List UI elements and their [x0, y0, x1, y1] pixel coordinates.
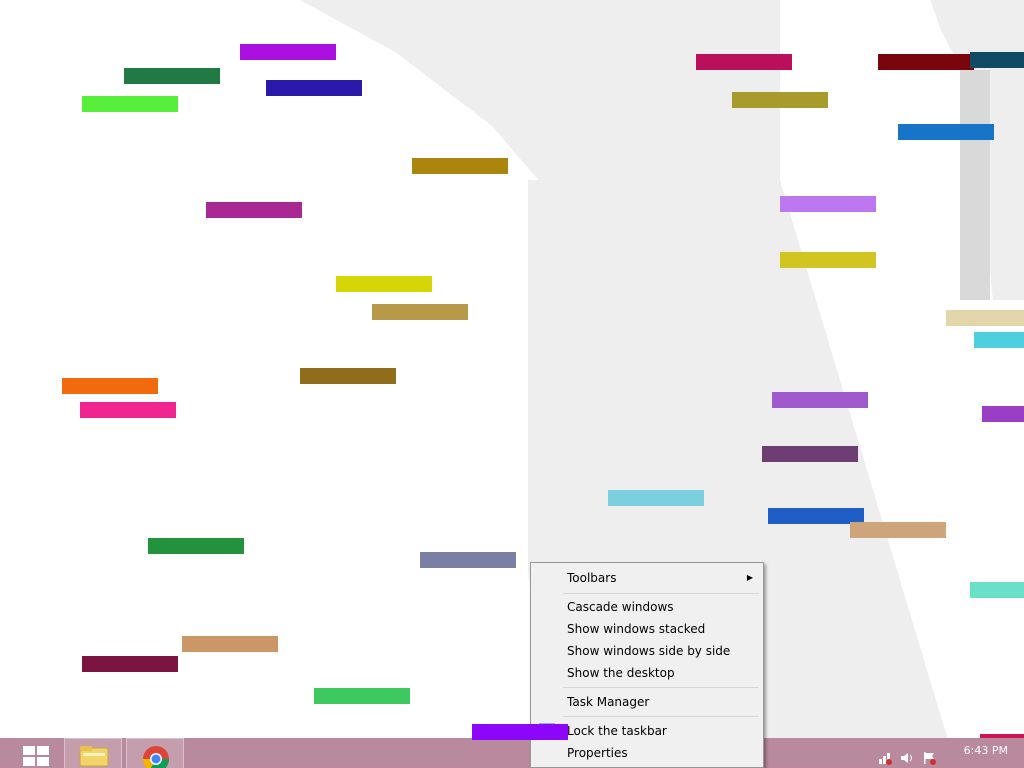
menu-item-task-manager[interactable]: Task Manager [533, 691, 761, 713]
desktop-color-bar [300, 368, 396, 384]
desktop-color-bar [780, 252, 876, 268]
volume-icon[interactable] [900, 751, 914, 765]
flag-icon[interactable] [922, 751, 936, 765]
desktop-color-bar [732, 92, 828, 108]
desktop-color-bar [240, 44, 336, 60]
chrome-icon [142, 746, 170, 768]
desktop-color-bar [970, 52, 1024, 68]
menu-separator [563, 716, 759, 717]
desktop-color-bar [148, 538, 244, 554]
desktop-color-bar [696, 54, 792, 70]
desktop-color-bar [878, 54, 974, 70]
network-icon[interactable] [878, 751, 892, 765]
desktop-color-bar-overlay [472, 724, 568, 740]
desktop-color-bar [970, 582, 1024, 598]
desktop-color-bar [412, 158, 508, 174]
menu-item-label: Cascade windows [567, 600, 674, 614]
menu-item-label: Lock the taskbar [567, 724, 667, 738]
desktop-color-bar [772, 392, 868, 408]
desktop-color-bar [974, 332, 1024, 348]
menu-item-show-windows-side-by-side[interactable]: Show windows side by side [533, 640, 761, 662]
menu-item-label: Show the desktop [567, 666, 675, 680]
background-shape [960, 70, 990, 300]
menu-item-label: Properties [567, 746, 628, 760]
desktop-color-bar [82, 96, 178, 112]
menu-item-show-windows-stacked[interactable]: Show windows stacked [533, 618, 761, 640]
desktop-color-bar [982, 406, 1024, 422]
menu-separator [563, 687, 759, 688]
menu-separator [563, 593, 759, 594]
desktop-color-bar [314, 688, 410, 704]
menu-item-toolbars[interactable]: Toolbars ▶ [533, 567, 761, 589]
desktop-color-bar [946, 310, 1024, 326]
desktop-color-bar [62, 378, 158, 394]
menu-item-properties[interactable]: Properties [533, 742, 761, 764]
desktop-color-bar [420, 552, 516, 568]
desktop-color-bar [372, 304, 468, 320]
desktop-color-bar [80, 402, 176, 418]
taskbar-clock[interactable]: 6:43 PM [964, 744, 1008, 757]
triangle-right-icon: ▶ [746, 573, 753, 582]
windows-logo-icon [23, 746, 49, 766]
desktop-color-bar [206, 202, 302, 218]
taskbar[interactable] [0, 738, 1024, 768]
desktop-color-bar [608, 490, 704, 506]
background-shape [300, 0, 780, 210]
start-button[interactable] [14, 738, 60, 768]
menu-item-label: Toolbars [567, 571, 617, 585]
menu-item-label: Show windows stacked [567, 622, 706, 636]
desktop-color-bar [850, 522, 946, 538]
desktop-color-bar [898, 124, 994, 140]
taskbar-file-explorer-button[interactable] [64, 738, 122, 768]
menu-item-cascade-windows[interactable]: Cascade windows [533, 596, 761, 618]
desktop-color-bar [124, 68, 220, 84]
desktop-color-bar [82, 656, 178, 672]
desktop [0, 0, 1024, 738]
desktop-color-bar [266, 80, 362, 96]
desktop-color-bar [762, 446, 858, 462]
desktop-color-bar [780, 196, 876, 212]
desktop-color-bar [182, 636, 278, 652]
folder-icon [79, 746, 109, 767]
taskbar-chrome-button[interactable] [126, 738, 184, 768]
menu-item-label: Show windows side by side [567, 644, 731, 658]
desktop-color-bar [336, 276, 432, 292]
menu-item-label: Task Manager [567, 695, 650, 709]
menu-item-show-the-desktop[interactable]: Show the desktop [533, 662, 761, 684]
